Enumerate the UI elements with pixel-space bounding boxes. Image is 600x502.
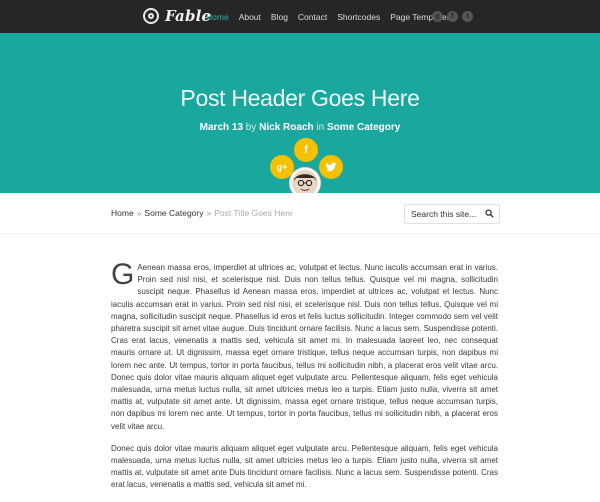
post-date: March 13 [199,122,244,133]
social-links: g f t [432,11,477,22]
twitter-icon [325,162,337,172]
breadcrumb-separator: » [136,208,142,218]
paragraph: G Aenean massa eros, imperdiet at ultrice… [111,258,498,433]
main-nav: Home About Blog Contact Shortcodes Page … [206,0,461,33]
google-plus-icon: g+ [276,162,288,172]
share-facebook-button[interactable]: f [294,138,318,162]
site-logo[interactable]: Fable [143,7,211,25]
search-input[interactable] [411,208,481,220]
breadcrumb-bar: Home» Some Category» Post Title Goes Here [0,193,600,234]
nav-item-home[interactable]: Home [206,12,229,22]
nav-item-shortcodes[interactable]: Shortcodes [337,12,380,22]
paragraph: Donec quis dolor vitae mauris aliquam al… [111,443,498,492]
nav-item-about[interactable]: About [239,12,261,22]
paragraph-text: Donec quis dolor vitae mauris aliquam al… [111,443,498,490]
site-name: Fable [165,7,212,25]
post-content: G Aenean massa eros, imperdiet at ultrice… [111,258,498,502]
breadcrumb-home[interactable]: Home [111,208,134,218]
breadcrumb: Home» Some Category» Post Title Goes Here [111,208,293,218]
logo-icon [143,8,159,24]
meta-by: by [245,122,257,133]
share-twitter-button[interactable] [319,155,343,179]
post-meta: March 13 by Nick Roach in Some Category [0,122,600,133]
post-author[interactable]: Nick Roach [259,122,313,133]
post-title: Post Header Goes Here [180,85,420,111]
dropcap: G [111,258,135,291]
nav-item-blog[interactable]: Blog [271,12,288,22]
breadcrumb-category[interactable]: Some Category [144,208,203,218]
facebook-icon: f [304,144,308,156]
search-icon[interactable] [485,209,494,218]
meta-in: in [316,122,325,133]
facebook-icon[interactable]: f [447,11,458,22]
paragraph-text: Aenean massa eros, imperdiet at ultrices… [111,263,498,431]
top-navbar: Fable Home About Blog Contact Shortcodes… [0,0,600,33]
nav-item-contact[interactable]: Contact [298,12,327,22]
twitter-icon[interactable]: t [462,11,473,22]
google-plus-icon[interactable]: g [432,11,443,22]
share-google-plus-button[interactable]: g+ [270,155,294,179]
post-category[interactable]: Some Category [327,122,400,133]
breadcrumb-separator: » [206,208,212,218]
breadcrumb-current: Post Title Goes Here [214,208,293,218]
search-box [404,204,500,224]
